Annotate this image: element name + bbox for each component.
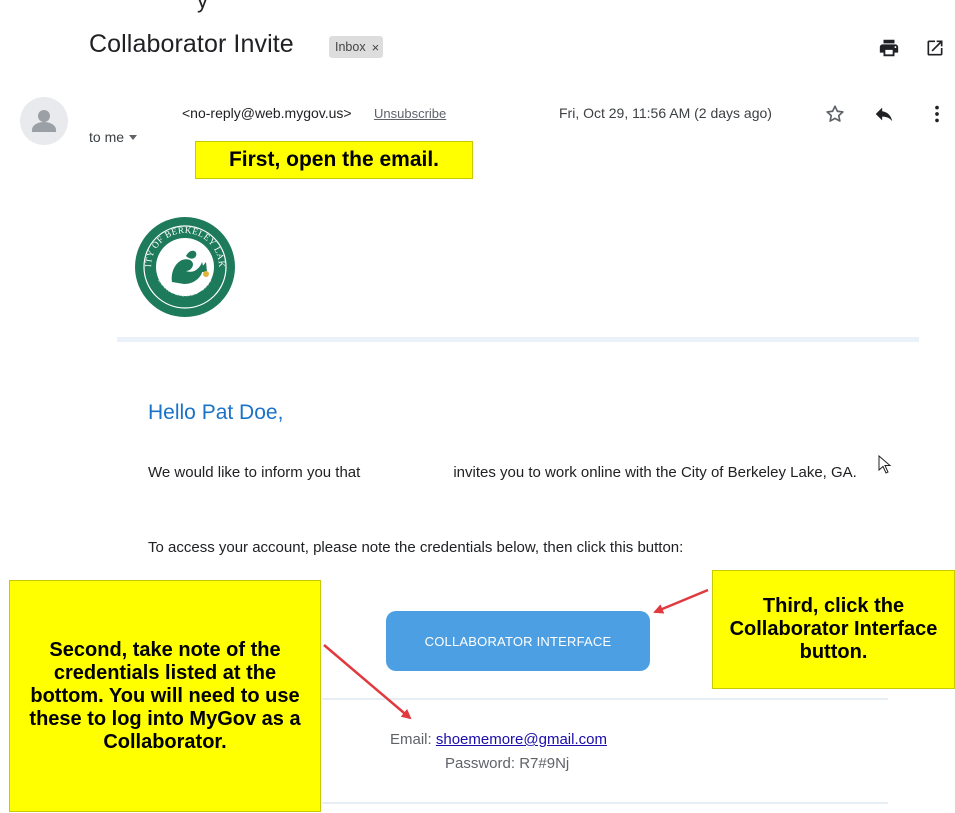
cropped-title-fragment: y — [197, 0, 208, 13]
credentials-password-row: Password: R7#9Nj — [445, 755, 569, 772]
intro-text-after: invites you to work online with the City… — [453, 464, 857, 481]
avatar[interactable] — [20, 97, 68, 145]
open-in-new-window-icon[interactable] — [923, 36, 947, 60]
email-subject: Collaborator Invite — [89, 30, 294, 58]
inbox-label-badge[interactable]: Inbox × — [329, 36, 384, 58]
mouse-pointer-icon — [878, 454, 894, 475]
recipient-text: to me — [89, 129, 125, 145]
annotation-step-two: Second, take note of the credentials lis… — [9, 580, 321, 812]
sender-address: <no-reply@web.mygov.us> — [182, 105, 352, 121]
star-icon[interactable] — [823, 102, 847, 126]
inbox-label-text: Inbox — [335, 40, 366, 54]
city-seal-logo: CITY OF BERKELEY LAKE ESTABLISHED 1956 — [131, 208, 236, 318]
message-date: Fri, Oct 29, 11:56 AM (2 days ago) — [559, 105, 772, 121]
remove-label-button[interactable]: × — [372, 40, 380, 55]
chevron-down-icon — [129, 135, 138, 140]
header-divider — [117, 337, 919, 342]
recipient-toggle[interactable]: to me — [89, 129, 138, 145]
default-avatar-icon — [32, 110, 56, 132]
intro-text-before: We would like to inform you that — [148, 464, 361, 481]
reply-icon[interactable] — [872, 102, 896, 126]
unsubscribe-link[interactable]: Unsubscribe — [374, 106, 446, 121]
instructions-paragraph: To access your account, please note the … — [148, 539, 684, 556]
intro-paragraph: We would like to inform you that invites … — [148, 460, 908, 485]
email-value-link[interactable]: shoememore@gmail.com — [436, 731, 607, 748]
password-value: R7#9Nj — [519, 755, 570, 772]
password-label: Password: — [445, 755, 516, 772]
collaborator-interface-button[interactable]: COLLABORATOR INTERFACE — [386, 611, 650, 671]
email-label: Email: — [390, 731, 432, 748]
credentials-divider-bottom — [322, 802, 888, 804]
credentials-email-row: Email: shoememore@gmail.com — [390, 731, 607, 748]
more-vert-icon[interactable] — [925, 102, 949, 126]
credentials-divider-top — [322, 698, 888, 700]
arrow-to-button — [653, 588, 709, 614]
annotation-step-one: First, open the email. — [195, 141, 473, 179]
annotation-step-three: Third, click the Collaborator Interface … — [712, 570, 955, 689]
greeting: Hello Pat Doe, — [148, 401, 284, 424]
print-icon[interactable] — [877, 36, 901, 60]
